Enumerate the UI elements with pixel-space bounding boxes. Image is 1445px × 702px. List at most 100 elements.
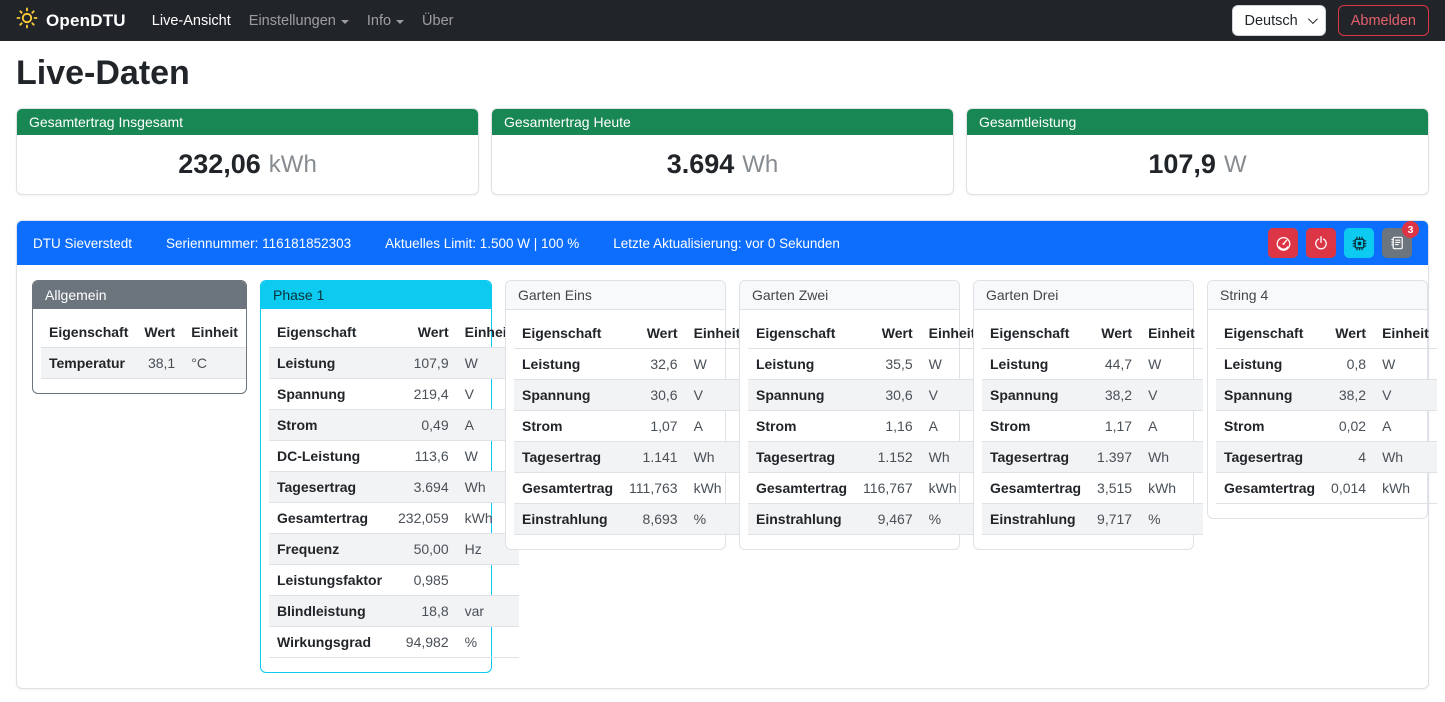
table-row: Leistung44,7W	[982, 349, 1203, 380]
table-row: Leistung107,9W	[269, 348, 519, 379]
table-header-row: Eigenschaft Wert Einheit	[41, 317, 246, 348]
table-row: Spannung30,6V	[514, 380, 748, 411]
row-value: 111,763	[621, 473, 686, 504]
table-row: Tagesertrag3.694Wh	[269, 472, 519, 503]
brand-label: OpenDTU	[46, 11, 126, 31]
table-row: Leistung32,6W	[514, 349, 748, 380]
row-property: Tagesertrag	[1216, 442, 1323, 473]
panel-table: Eigenschaft Wert Einheit Leistung44,7WSp…	[982, 318, 1203, 535]
summary-card-total-power: Gesamtleistung 107,9 W	[966, 108, 1429, 195]
row-unit: Wh	[1374, 442, 1437, 473]
power-icon	[1313, 235, 1329, 251]
summary-unit: W	[1224, 151, 1247, 179]
summary-unit: kWh	[269, 151, 317, 179]
row-property: Spannung	[269, 379, 390, 410]
col-header-property: Eigenschaft	[514, 318, 621, 349]
row-value: 1.152	[855, 442, 921, 473]
col-header-unit: Einheit	[1140, 318, 1203, 349]
nav-item-einstellungen[interactable]: Einstellungen	[241, 7, 357, 35]
row-property: Strom	[1216, 411, 1323, 442]
inverter-name: DTU Sieverstedt	[33, 236, 132, 251]
limit-settings-button[interactable]	[1268, 228, 1298, 258]
inverter-panel: Allgemein Eigenschaft Wert Einheit Tempe…	[32, 280, 247, 394]
table-header-row: Eigenschaft Wert Einheit	[1216, 318, 1437, 349]
panel-table: Eigenschaft Wert Einheit Leistung107,9WS…	[269, 317, 519, 658]
row-property: Gesamtertrag	[1216, 473, 1323, 504]
table-header-row: Eigenschaft Wert Einheit	[269, 317, 519, 348]
inverter-panel: Garten Eins Eigenschaft Wert Einheit Lei…	[505, 280, 726, 550]
inverter-panel: Garten Drei Eigenschaft Wert Einheit Lei…	[973, 280, 1194, 550]
power-button[interactable]	[1306, 228, 1336, 258]
summary-value: 107,9	[1148, 149, 1216, 180]
row-property: Leistung	[1216, 349, 1323, 380]
row-property: Leistung	[748, 349, 855, 380]
row-unit: A	[1374, 411, 1437, 442]
panel-table: Eigenschaft Wert Einheit Temperatur38,1°…	[41, 317, 246, 379]
event-log-button[interactable]: 3	[1382, 228, 1412, 258]
summary-card-title: Gesamtleistung	[967, 109, 1428, 135]
row-value: 35,5	[855, 349, 921, 380]
language-selected-value: Deutsch	[1245, 13, 1298, 29]
table-row: Tagesertrag1.397Wh	[982, 442, 1203, 473]
inverter-panel: String 4 Eigenschaft Wert Einheit Leistu…	[1207, 280, 1428, 519]
summary-card-yield-today: Gesamtertrag Heute 3.694 Wh	[491, 108, 954, 195]
inverter-header: DTU Sieverstedt Seriennummer: 1161818523…	[17, 221, 1428, 265]
row-value: 0,02	[1323, 411, 1374, 442]
nav-item-info[interactable]: Info	[359, 7, 412, 35]
table-row: Spannung30,6V	[748, 380, 983, 411]
logout-button[interactable]: Abmelden	[1338, 5, 1429, 36]
col-header-unit: Einheit	[183, 317, 246, 348]
table-row: Leistung0,8W	[1216, 349, 1437, 380]
row-property: Strom	[269, 410, 390, 441]
table-row: Spannung38,2V	[1216, 380, 1437, 411]
table-row: Einstrahlung9,467%	[748, 504, 983, 535]
row-unit: V	[1140, 380, 1203, 411]
row-value: 30,6	[855, 380, 921, 411]
language-select[interactable]: Deutsch	[1232, 5, 1326, 36]
row-property: Leistung	[982, 349, 1089, 380]
table-row: Leistungsfaktor0,985	[269, 565, 519, 596]
inverter-panel: Garten Zwei Eigenschaft Wert Einheit Lei…	[739, 280, 960, 550]
nav-item--ber[interactable]: Über	[414, 7, 461, 35]
panel-table: Eigenschaft Wert Einheit Leistung32,6WSp…	[514, 318, 748, 535]
row-value: 38,1	[136, 348, 183, 379]
col-header-property: Eigenschaft	[1216, 318, 1323, 349]
row-property: Leistung	[514, 349, 621, 380]
panel-table: Eigenschaft Wert Einheit Leistung0,8WSpa…	[1216, 318, 1437, 504]
row-value: 1,16	[855, 411, 921, 442]
row-property: Tagesertrag	[514, 442, 621, 473]
row-value: 8,693	[621, 504, 686, 535]
row-value: 18,8	[390, 596, 457, 627]
table-row: Strom1,16A	[748, 411, 983, 442]
row-value: 1.141	[621, 442, 686, 473]
row-value: 94,982	[390, 627, 457, 658]
row-unit: kWh	[1374, 473, 1437, 504]
row-value: 9,717	[1089, 504, 1140, 535]
row-value: 0,8	[1323, 349, 1374, 380]
row-property: Frequenz	[269, 534, 390, 565]
row-property: Gesamtertrag	[748, 473, 855, 504]
table-row: Einstrahlung9,717%	[982, 504, 1203, 535]
top-navbar: OpenDTU Live-Ansicht Einstellungen Info …	[0, 0, 1445, 41]
row-value: 219,4	[390, 379, 457, 410]
inverter-last-update: Letzte Aktualisierung: vor 0 Sekunden	[613, 236, 840, 251]
row-property: Gesamtertrag	[982, 473, 1089, 504]
row-value: 44,7	[1089, 349, 1140, 380]
sun-icon	[16, 7, 38, 34]
summary-card-title: Gesamtertrag Heute	[492, 109, 953, 135]
table-row: Tagesertrag1.141Wh	[514, 442, 748, 473]
row-property: Einstrahlung	[514, 504, 621, 535]
brand-link[interactable]: OpenDTU	[16, 7, 126, 34]
device-info-button[interactable]	[1344, 228, 1374, 258]
row-value: 1,07	[621, 411, 686, 442]
row-value: 232,059	[390, 503, 457, 534]
col-header-value: Wert	[390, 317, 457, 348]
row-property: Einstrahlung	[748, 504, 855, 535]
table-row: Strom1,17A	[982, 411, 1203, 442]
row-value: 4	[1323, 442, 1374, 473]
table-row: Tagesertrag1.152Wh	[748, 442, 983, 473]
speedometer-icon	[1275, 235, 1292, 252]
row-value: 38,2	[1089, 380, 1140, 411]
col-header-value: Wert	[136, 317, 183, 348]
nav-item-live-ansicht[interactable]: Live-Ansicht	[144, 7, 239, 35]
